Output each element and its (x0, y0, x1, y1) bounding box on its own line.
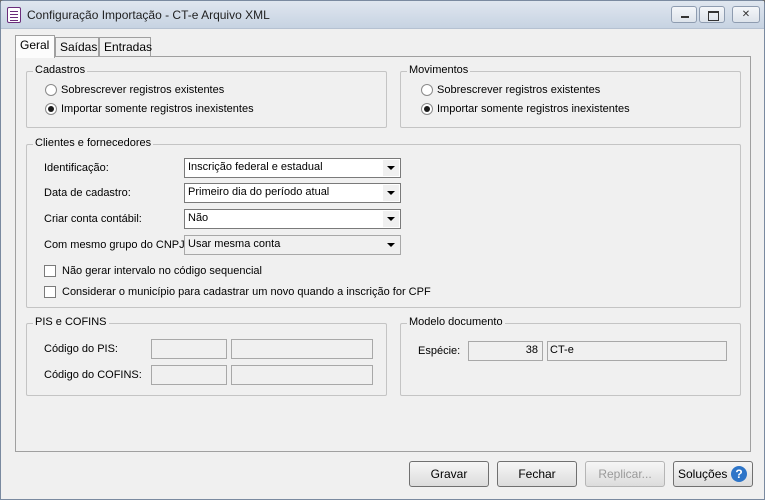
radio-button-selected[interactable] (421, 103, 433, 115)
identificacao-label: Identificação: (44, 162, 109, 174)
help-icon: ? (731, 466, 747, 482)
especie-label: Espécie: (418, 345, 461, 357)
minimize-button[interactable] (671, 6, 697, 23)
pis-code-input[interactable] (151, 339, 227, 359)
fechar-button[interactable]: Fechar (497, 461, 577, 487)
movimentos-group: Movimentos Sobrescrever registros existe… (400, 64, 741, 128)
pis-description-field (231, 339, 373, 359)
tab-entradas[interactable]: Entradas (99, 37, 152, 57)
criar-conta-value: Não (188, 212, 209, 224)
radio-label: Importar somente registros inexistentes (437, 103, 630, 115)
checkbox[interactable] (44, 265, 56, 277)
close-button[interactable]: ✕ (732, 6, 760, 23)
especie-description-field: CT-e (547, 341, 727, 361)
chevron-down-icon[interactable] (383, 185, 399, 201)
cadastros-option-sobrescrever[interactable]: Sobrescrever registros existentes (45, 84, 224, 96)
radio-label: Sobrescrever registros existentes (437, 84, 601, 96)
modelo-documento-group: Modelo documento Espécie: 38 CT-e (400, 316, 741, 396)
import-config-window: Configuração Importação - CT-e Arquivo X… (0, 0, 765, 500)
clientes-fornecedores-group: Clientes e fornecedores Identificação: I… (26, 137, 741, 308)
radio-button[interactable] (421, 84, 433, 96)
cadastros-group: Cadastros Sobrescrever registros existen… (26, 64, 387, 128)
radio-button[interactable] (45, 84, 57, 96)
mesmo-grupo-cnpj-select[interactable]: Usar mesma conta (184, 235, 401, 255)
codigo-cofins-label: Código do COFINS: (44, 369, 142, 381)
pis-cofins-group: PIS e COFINS Código do PIS: Código do CO… (26, 316, 387, 396)
checkbox[interactable] (44, 286, 56, 298)
modelo-documento-title: Modelo documento (407, 316, 505, 328)
cadastros-title: Cadastros (33, 64, 88, 76)
data-cadastro-value: Primeiro dia do período atual (188, 186, 330, 198)
mesmo-grupo-cnpj-value: Usar mesma conta (188, 238, 281, 250)
chevron-down-icon[interactable] (383, 160, 399, 176)
title-bar[interactable]: Configuração Importação - CT-e Arquivo X… (1, 1, 764, 29)
tab-panel-geral: Cadastros Sobrescrever registros existen… (15, 56, 751, 452)
tab-geral[interactable]: Geral (15, 35, 55, 58)
mesmo-grupo-cnpj-label: Com mesmo grupo do CNPJ: (44, 239, 188, 251)
solucoes-label: Soluções (678, 467, 728, 481)
pis-cofins-title: PIS e COFINS (33, 316, 109, 328)
close-icon: ✕ (741, 9, 751, 20)
cadastros-option-importar[interactable]: Importar somente registros inexistentes (45, 103, 254, 115)
movimentos-title: Movimentos (407, 64, 471, 76)
gravar-button[interactable]: Gravar (409, 461, 489, 487)
criar-conta-select[interactable]: Não (184, 209, 401, 229)
cofins-description-field (231, 365, 373, 385)
replicar-button[interactable]: Replicar... (585, 461, 665, 487)
chevron-down-icon[interactable] (383, 237, 399, 253)
especie-code-input[interactable]: 38 (468, 341, 543, 361)
cofins-code-input[interactable] (151, 365, 227, 385)
nao-gerar-intervalo-checkbox-row[interactable]: Não gerar intervalo no código sequencial (44, 265, 262, 277)
maximize-button[interactable] (699, 6, 725, 23)
minimize-icon (672, 7, 696, 22)
checkbox-label: Não gerar intervalo no código sequencial (62, 265, 262, 277)
radio-label: Importar somente registros inexistentes (61, 103, 254, 115)
identificacao-value: Inscrição federal e estadual (188, 161, 323, 173)
maximize-icon (700, 7, 724, 22)
especie-description-value: CT-e (550, 344, 574, 356)
identificacao-select[interactable]: Inscrição federal e estadual (184, 158, 401, 178)
tab-saidas[interactable]: Saídas (55, 37, 99, 57)
criar-conta-label: Criar conta contábil: (44, 213, 142, 225)
app-document-icon (7, 7, 21, 23)
considerar-municipio-checkbox-row[interactable]: Considerar o município para cadastrar um… (44, 286, 431, 298)
movimentos-option-importar[interactable]: Importar somente registros inexistentes (421, 103, 630, 115)
radio-label: Sobrescrever registros existentes (61, 84, 225, 96)
checkbox-label: Considerar o município para cadastrar um… (62, 286, 431, 298)
radio-button-selected[interactable] (45, 103, 57, 115)
codigo-pis-label: Código do PIS: (44, 343, 118, 355)
chevron-down-icon[interactable] (383, 211, 399, 227)
data-cadastro-label: Data de cadastro: (44, 187, 131, 199)
data-cadastro-select[interactable]: Primeiro dia do período atual (184, 183, 401, 203)
solucoes-button[interactable]: Soluções ? (673, 461, 753, 487)
clientes-title: Clientes e fornecedores (33, 137, 154, 149)
movimentos-option-sobrescrever[interactable]: Sobrescrever registros existentes (421, 84, 600, 96)
window-title: Configuração Importação - CT-e Arquivo X… (27, 8, 270, 22)
especie-code-value: 38 (525, 344, 538, 356)
